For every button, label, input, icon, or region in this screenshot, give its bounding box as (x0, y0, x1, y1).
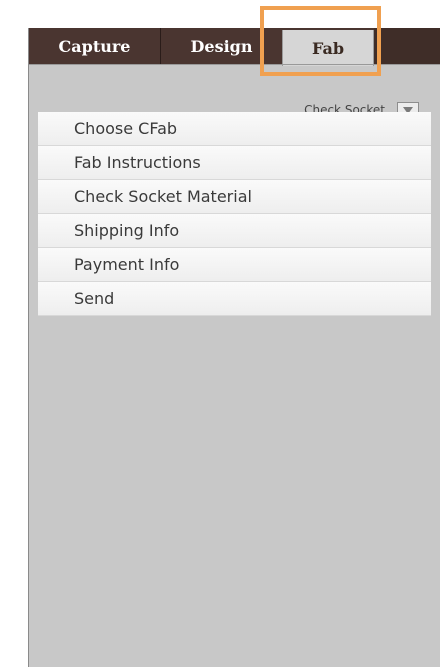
tab-capture[interactable]: Capture (29, 28, 160, 64)
menu-item-choose-cfab[interactable]: Choose CFab (38, 112, 431, 146)
tab-design[interactable]: Design (160, 28, 282, 64)
menu-item-shipping-info[interactable]: Shipping Info (38, 214, 431, 248)
fab-menu-list: Choose CFab Fab Instructions Check Socke… (38, 112, 431, 316)
tab-bar: Capture Design Fab (29, 28, 440, 66)
menu-item-check-socket-material[interactable]: Check Socket Material (38, 180, 431, 214)
tab-divider (29, 64, 440, 65)
menu-item-payment-info[interactable]: Payment Info (38, 248, 431, 282)
menu-item-send[interactable]: Send (38, 282, 431, 316)
tab-bar-filler (374, 28, 440, 64)
tab-fab[interactable]: Fab (282, 30, 374, 66)
menu-item-fab-instructions[interactable]: Fab Instructions (38, 146, 431, 180)
